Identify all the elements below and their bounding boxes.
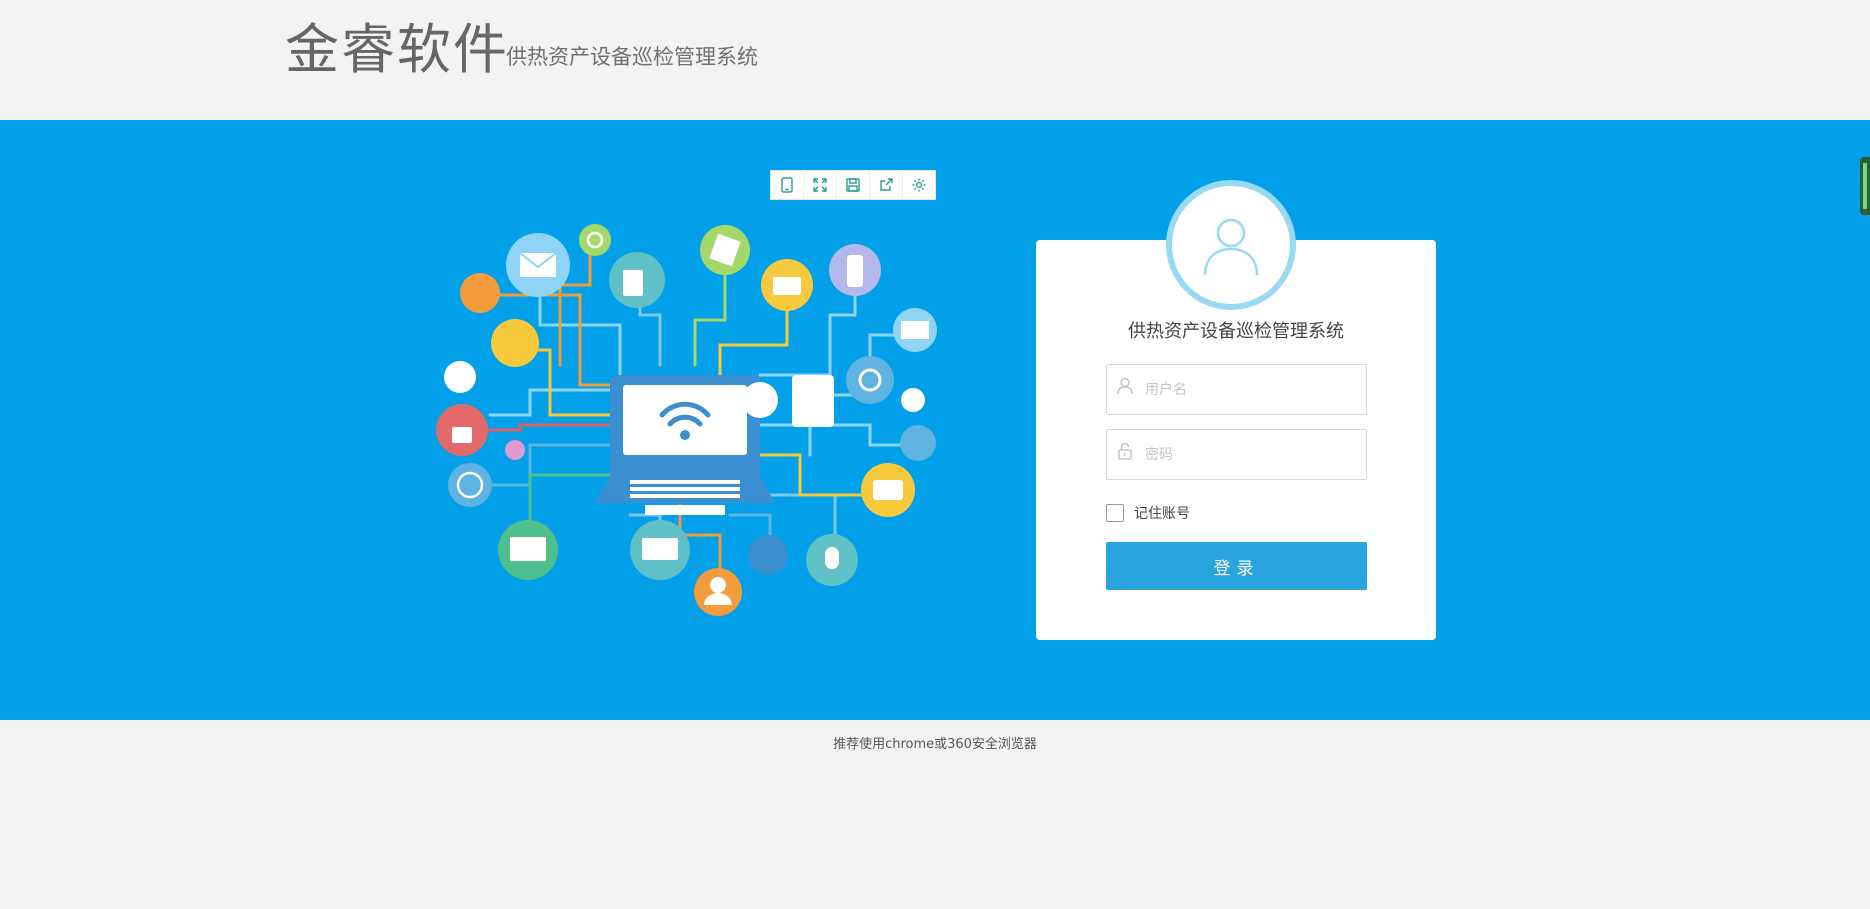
system-title: 供热资产设备巡检管理系统 xyxy=(506,45,758,69)
share-icon[interactable] xyxy=(870,171,903,199)
password-input[interactable] xyxy=(1145,430,1360,479)
remember-account: 记住账号 xyxy=(1106,503,1190,523)
brand-logo-text: 金睿软件 xyxy=(285,18,509,81)
remember-label: 记住账号 xyxy=(1134,506,1190,522)
login-button[interactable]: 登录 xyxy=(1106,542,1367,590)
scroll-indicator[interactable] xyxy=(1860,157,1870,215)
save-icon[interactable] xyxy=(837,171,870,199)
gear-icon[interactable] xyxy=(903,171,935,199)
tablet-icon[interactable] xyxy=(771,171,804,199)
browser-recommendation: 推荐使用chrome或360安全浏览器 xyxy=(833,737,1037,752)
remember-checkbox[interactable] xyxy=(1106,504,1124,522)
login-title: 供热资产设备巡检管理系统 xyxy=(1128,321,1344,342)
image-toolbar xyxy=(770,170,936,200)
username-field[interactable] xyxy=(1106,364,1367,415)
page-header: 金睿软件 供热资产设备巡检管理系统 xyxy=(0,0,1870,120)
network-illustration xyxy=(436,224,937,616)
username-input[interactable] xyxy=(1145,365,1360,414)
user-avatar-icon xyxy=(1203,218,1259,276)
lock-icon xyxy=(1118,442,1132,460)
user-icon xyxy=(1117,377,1133,395)
password-field[interactable] xyxy=(1106,429,1367,480)
avatar xyxy=(1166,180,1296,310)
expand-icon[interactable] xyxy=(804,171,837,199)
